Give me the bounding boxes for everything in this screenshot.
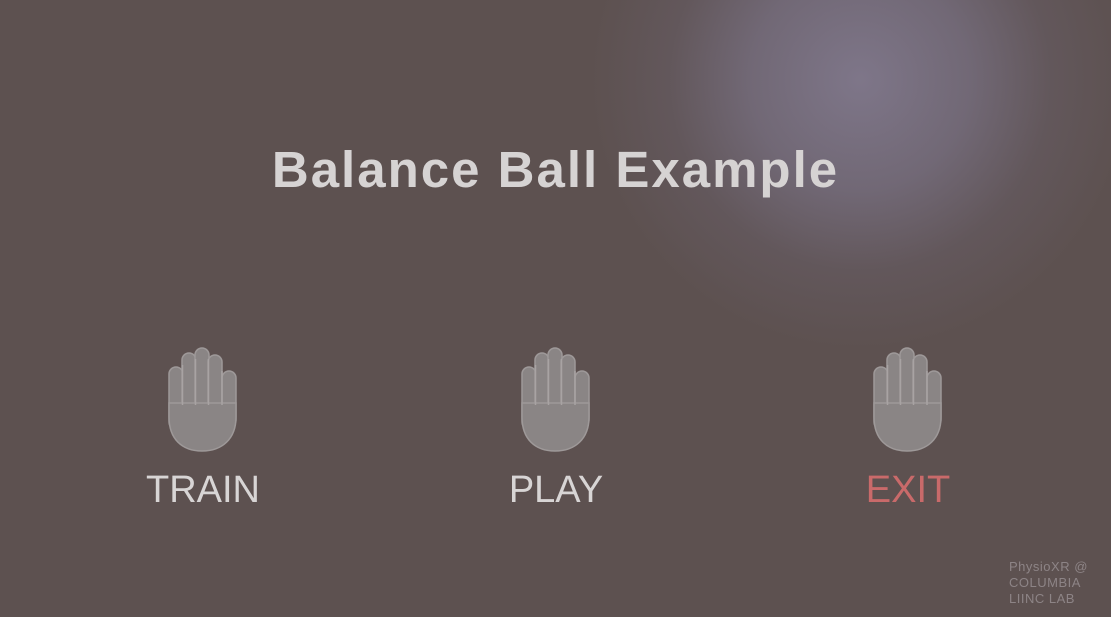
train-button[interactable]: TRAIN bbox=[103, 345, 303, 509]
train-label: TRAIN bbox=[146, 469, 260, 511]
hand-icon bbox=[873, 347, 942, 452]
play-button[interactable]: PLAY bbox=[456, 345, 656, 509]
credit-line: COLUMBIA bbox=[1009, 575, 1081, 590]
exit-button[interactable]: EXIT bbox=[808, 345, 1008, 509]
credit-text: PhysioXR @ COLUMBIA LIINC LAB bbox=[1009, 559, 1088, 607]
credit-line: PhysioXR @ bbox=[1009, 559, 1088, 574]
hand-icon bbox=[168, 347, 237, 452]
exit-label: EXIT bbox=[865, 469, 951, 511]
play-label: PLAY bbox=[508, 469, 604, 511]
background-glow bbox=[0, 0, 1111, 617]
page-title: Balance Ball Example bbox=[271, 141, 840, 198]
hand-icon bbox=[521, 347, 590, 452]
credit-line: LIINC LAB bbox=[1009, 591, 1075, 606]
